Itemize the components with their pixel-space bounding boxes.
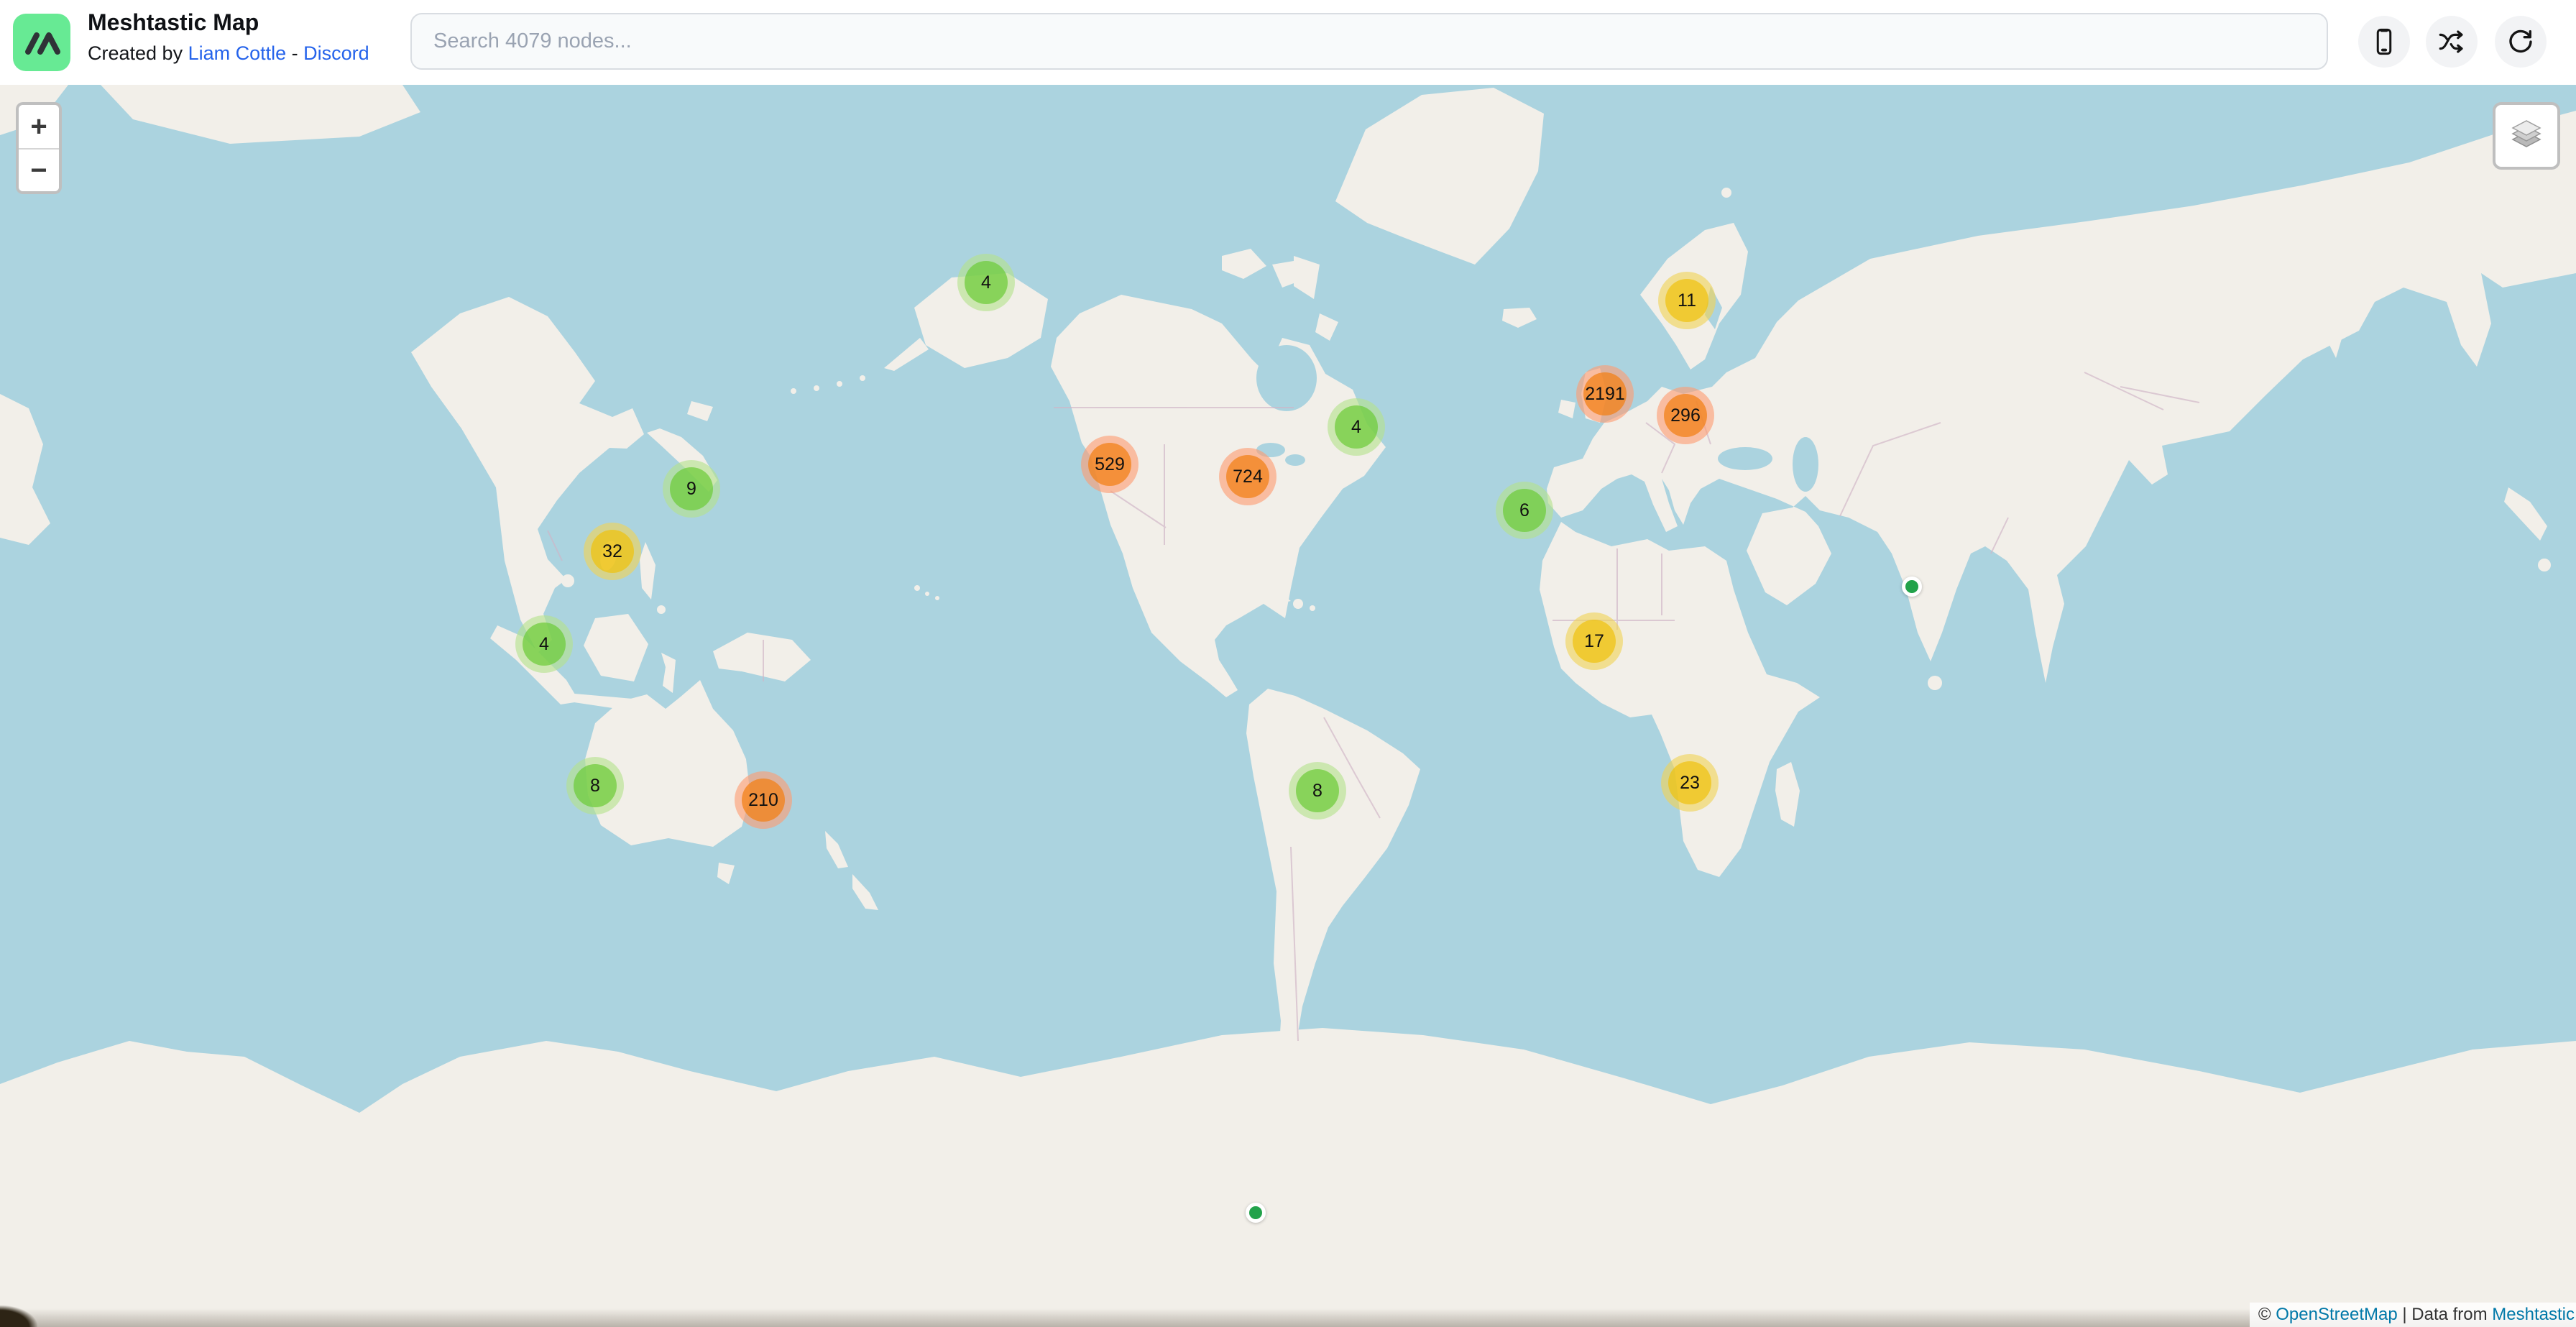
- cluster-count: 11: [1665, 279, 1708, 322]
- cluster-count: 210: [742, 779, 785, 822]
- map-canvas[interactable]: 4 11 2191 296 529 724 4 9 6 32 17 4 8 23 8 210 + − © Op…: [0, 85, 2576, 1327]
- node-marker[interactable]: [1902, 577, 1922, 597]
- cluster-count: 4: [523, 623, 566, 666]
- node-marker[interactable]: [1246, 1203, 1266, 1223]
- cluster-count: 23: [1668, 761, 1711, 804]
- cluster-count: 17: [1573, 620, 1616, 663]
- refresh-icon: [2506, 27, 2536, 57]
- page-title: Meshtastic Map: [88, 7, 369, 37]
- map-corner-shade: [0, 1305, 37, 1327]
- cluster-count: 8: [574, 764, 617, 807]
- cluster-marker[interactable]: 11: [1658, 272, 1716, 329]
- byline: Created by Liam Cottle - Discord: [88, 37, 369, 69]
- app-header: Meshtastic Map Created by Liam Cottle - …: [0, 0, 2576, 85]
- map-attribution: © OpenStreetMap | Data from Meshtastic: [2250, 1303, 2576, 1327]
- cluster-marker[interactable]: 4: [957, 254, 1015, 311]
- zoom-control: + −: [16, 102, 62, 194]
- cluster-marker[interactable]: 23: [1661, 754, 1719, 812]
- byline-separator: -: [286, 42, 303, 64]
- cluster-marker[interactable]: 296: [1657, 387, 1714, 444]
- search-container: [410, 13, 2328, 70]
- refresh-button[interactable]: [2495, 16, 2547, 68]
- cluster-marker[interactable]: 6: [1496, 482, 1553, 539]
- cluster-count: 6: [1503, 489, 1546, 532]
- random-node-button[interactable]: [2426, 16, 2478, 68]
- cluster-count: 296: [1664, 394, 1707, 437]
- attribution-middle: | Data from: [2398, 1305, 2493, 1324]
- cluster-count: 8: [1296, 769, 1339, 812]
- cluster-marker[interactable]: 8: [566, 757, 624, 814]
- cluster-marker[interactable]: 4: [515, 615, 573, 673]
- cluster-marker[interactable]: 32: [584, 523, 641, 580]
- cluster-count: 4: [965, 261, 1008, 304]
- zoom-in-button[interactable]: +: [19, 105, 59, 148]
- cluster-marker[interactable]: 2191: [1576, 365, 1634, 423]
- cluster-count: 2191: [1583, 372, 1627, 415]
- cluster-count: 32: [591, 530, 634, 573]
- cluster-marker[interactable]: 17: [1565, 612, 1623, 670]
- meshtastic-attribution-link[interactable]: Meshtastic: [2492, 1305, 2575, 1324]
- search-input[interactable]: [410, 13, 2328, 70]
- cluster-marker[interactable]: 724: [1219, 448, 1276, 505]
- mobile-app-button[interactable]: [2358, 16, 2410, 68]
- cluster-marker[interactable]: 529: [1081, 436, 1138, 493]
- cluster-marker[interactable]: 210: [735, 771, 792, 829]
- layers-control[interactable]: [2493, 102, 2560, 170]
- cluster-count: 4: [1335, 405, 1378, 449]
- cluster-count: 529: [1088, 443, 1131, 486]
- discord-link[interactable]: Discord: [303, 42, 369, 64]
- shuffle-icon: [2437, 27, 2467, 57]
- mobile-phone-icon: [2369, 27, 2399, 57]
- meshtastic-logo-icon: [13, 14, 70, 71]
- layers-icon: [2507, 115, 2546, 157]
- byline-prefix: Created by: [88, 42, 188, 64]
- cluster-marker[interactable]: 4: [1328, 398, 1385, 456]
- zoom-out-button[interactable]: −: [19, 148, 59, 191]
- author-link[interactable]: Liam Cottle: [188, 42, 287, 64]
- copyright-text: ©: [2258, 1305, 2276, 1324]
- cluster-marker[interactable]: 8: [1289, 762, 1346, 819]
- cluster-count: 724: [1226, 455, 1269, 498]
- title-block: Meshtastic Map Created by Liam Cottle - …: [88, 7, 369, 69]
- osm-attribution-link[interactable]: OpenStreetMap: [2276, 1305, 2397, 1324]
- cluster-marker[interactable]: 9: [663, 460, 720, 518]
- cluster-count: 9: [670, 467, 713, 510]
- world-map: [0, 85, 2576, 1327]
